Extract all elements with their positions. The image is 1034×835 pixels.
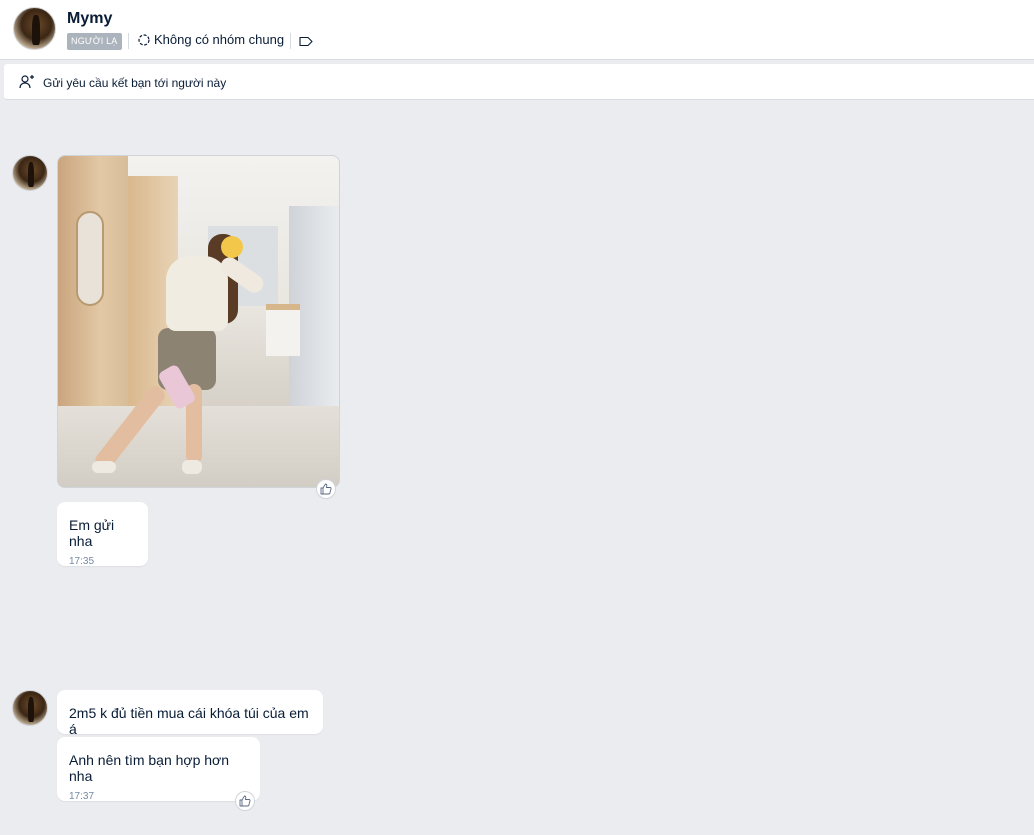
friend-request-label: Gửi yêu cầu kết bạn tới người này bbox=[43, 76, 227, 90]
message-time: 17:35 bbox=[69, 556, 95, 567]
add-friend-icon bbox=[19, 75, 34, 89]
tag-icon[interactable] bbox=[299, 36, 313, 47]
stranger-badge: NGƯỜI LẠ bbox=[67, 33, 122, 50]
common-groups-label: Không có nhóm chung bbox=[154, 32, 285, 47]
message-bubble[interactable]: Em gửi nha 17:35 bbox=[57, 502, 148, 567]
message-text: Anh nên tìm bạn hợp hơn nha bbox=[69, 752, 230, 784]
thumbs-up-icon bbox=[239, 795, 251, 807]
message-bubble[interactable]: 2m5 k đủ tiền mua cái khóa túi của em á bbox=[57, 690, 323, 737]
divider bbox=[290, 33, 291, 49]
like-reaction-button[interactable] bbox=[235, 791, 255, 811]
sender-avatar[interactable] bbox=[12, 155, 48, 191]
image-message[interactable] bbox=[57, 155, 340, 488]
group-icon bbox=[138, 33, 150, 46]
thumbs-up-icon bbox=[320, 483, 332, 495]
like-reaction-button[interactable] bbox=[316, 479, 336, 499]
chat-header: Mymy NGƯỜI LẠ Không có nhóm chung bbox=[0, 0, 1034, 60]
contact-avatar[interactable] bbox=[13, 7, 56, 50]
contact-name[interactable]: Mymy bbox=[67, 10, 112, 28]
message-text: 2m5 k đủ tiền mua cái khóa túi của em á bbox=[69, 705, 309, 737]
sender-avatar[interactable] bbox=[12, 690, 48, 726]
message-text: Em gửi nha bbox=[69, 517, 115, 549]
common-groups[interactable]: Không có nhóm chung bbox=[137, 32, 284, 47]
divider bbox=[128, 33, 129, 49]
message-bubble[interactable]: Anh nên tìm bạn hợp hơn nha 17:37 bbox=[57, 737, 260, 802]
friend-request-bar[interactable]: Gửi yêu cầu kết bạn tới người này bbox=[4, 64, 1034, 100]
message-time: 17:37 bbox=[69, 791, 95, 802]
